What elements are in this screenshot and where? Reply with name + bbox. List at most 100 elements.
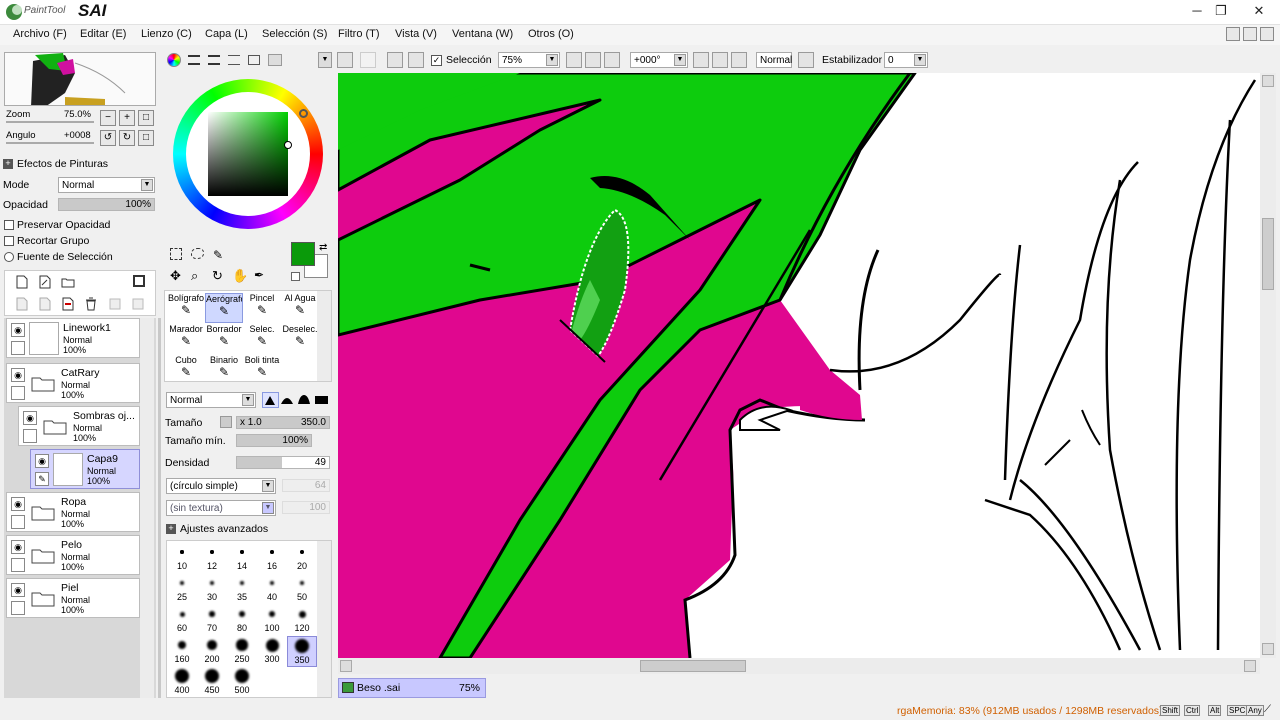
rotate-icon[interactable]: ↻ — [212, 268, 223, 284]
hsv-slider-icon[interactable] — [208, 55, 220, 65]
layer-lock-icon[interactable] — [11, 386, 25, 400]
layer-row[interactable]: ◉ Pelo Normal 100% — [6, 535, 140, 575]
min-size-slider[interactable]: 100% — [236, 434, 312, 447]
redo-button[interactable] — [360, 52, 376, 68]
panel-splitter[interactable] — [158, 318, 161, 698]
visibility-eye-icon[interactable]: ◉ — [11, 583, 25, 597]
palette-icon[interactable] — [268, 54, 282, 66]
saturation-value-box[interactable] — [208, 112, 288, 196]
lasso-icon[interactable] — [191, 248, 204, 259]
menu-filtro[interactable]: Filtro (T) — [338, 28, 380, 40]
tool-button[interactable]: Deselec. ✎ — [281, 324, 319, 354]
rect-select-icon[interactable] — [170, 248, 182, 260]
brush-size-preset[interactable]: 35 — [227, 574, 257, 605]
layer-row[interactable]: ◉ Linework1 Normal 100% — [6, 318, 140, 358]
brush-size-preset[interactable]: 160 — [167, 636, 197, 667]
canvas-angle-select[interactable]: +000° ▼ — [630, 52, 688, 68]
vertical-scroll-thumb[interactable] — [1262, 218, 1274, 290]
advanced-settings-label[interactable]: Ajustes avanzados — [180, 523, 268, 535]
tool-button[interactable]: Marador ✎ — [167, 324, 205, 354]
hue-handle[interactable] — [299, 109, 308, 118]
brush-size-preset[interactable]: 300 — [257, 636, 287, 667]
layer-lock-icon[interactable] — [11, 558, 25, 572]
zoom-in-button[interactable]: + — [119, 110, 135, 126]
edge-hard-button[interactable] — [262, 392, 279, 408]
layer-list-scrollbar[interactable] — [140, 318, 154, 698]
scroll-up-button[interactable] — [1262, 75, 1274, 87]
chevron-down-icon[interactable]: ▼ — [318, 52, 332, 68]
new-layer-icon[interactable] — [15, 275, 29, 289]
edge-soft-button[interactable] — [297, 392, 313, 408]
rotate-left-button[interactable]: ↺ — [100, 130, 116, 146]
primary-color-swatch[interactable] — [291, 242, 315, 266]
brush-shape-select[interactable]: (círculo simple) ▼ — [166, 478, 276, 494]
brush-size-preset[interactable]: 20 — [287, 543, 317, 574]
navigator-preview[interactable] — [4, 52, 156, 106]
menu-archivo[interactable]: Archivo (F) — [13, 28, 67, 40]
rotate-left-canvas-button[interactable] — [693, 52, 709, 68]
visibility-eye-icon[interactable]: ◉ — [11, 540, 25, 554]
merge-down-icon[interactable] — [38, 297, 52, 311]
zoom-fit-button[interactable] — [604, 52, 620, 68]
brush-shape-strength[interactable]: 64 — [282, 479, 330, 492]
magnifier-icon[interactable]: ⌕ — [191, 268, 198, 284]
close-button[interactable]: ✕ — [1240, 0, 1278, 24]
brush-size-preset[interactable]: 12 — [197, 543, 227, 574]
canvas-blend-mode[interactable]: Normal — [756, 52, 792, 68]
swap-colors-icon[interactable]: ⇄ — [319, 242, 327, 253]
doc-minimize-button[interactable] — [1226, 27, 1240, 41]
brush-size-preset[interactable]: 120 — [287, 605, 317, 636]
brush-size-preset[interactable]: 400 — [167, 667, 197, 698]
edge-medium-button[interactable] — [280, 392, 296, 408]
scroll-down-button[interactable] — [1262, 643, 1274, 655]
new-folder-icon[interactable] — [61, 275, 75, 289]
layer-property-icon[interactable] — [108, 297, 122, 311]
zoom-out-button[interactable]: − — [100, 110, 116, 126]
tool-button[interactable]: Bolígrafo ✎ — [167, 293, 205, 323]
brush-size-preset[interactable]: 450 — [197, 667, 227, 698]
size-multiplier-toggle[interactable] — [220, 416, 232, 428]
opacity-slider[interactable]: 100% — [58, 198, 155, 211]
brush-mode-select[interactable]: Normal ▼ — [166, 392, 256, 408]
size-slider[interactable]: x 1.0 350.0 — [236, 416, 330, 429]
menu-otros[interactable]: Otros (O) — [528, 28, 574, 40]
brush-size-preset[interactable]: 100 — [257, 605, 287, 636]
brush-size-preset[interactable]: 70 — [197, 605, 227, 636]
layer-lock-icon[interactable] — [11, 601, 25, 615]
tool-button[interactable]: Borrador ✎ — [205, 324, 243, 354]
expand-plus-icon[interactable]: + — [166, 524, 176, 534]
color-picker-handle[interactable] — [284, 141, 292, 149]
scratchpad-icon[interactable] — [248, 55, 260, 65]
preserve-opacity-checkbox[interactable] — [4, 220, 14, 230]
rotate-reset-canvas-button[interactable] — [731, 52, 747, 68]
layer-lock-icon[interactable]: ✎ — [35, 472, 49, 486]
tool-button[interactable]: Aerógrafo ✎ — [205, 293, 243, 323]
tool-button[interactable]: Boli tinta ✎ — [243, 355, 281, 385]
zoom-out-canvas-button[interactable] — [566, 52, 582, 68]
deselect-button[interactable] — [387, 52, 403, 68]
color-wheel-icon[interactable] — [167, 53, 181, 67]
clip-group-checkbox[interactable] — [4, 236, 14, 246]
rgb-slider-icon[interactable] — [188, 55, 200, 65]
transparent-color-icon[interactable] — [291, 272, 300, 281]
layer-row[interactable]: ◉ ✎ Capa9 Normal 100% — [30, 449, 140, 489]
layer-flatten-icon[interactable] — [131, 297, 145, 311]
swatches-icon[interactable] — [228, 55, 240, 65]
visibility-eye-icon[interactable]: ◉ — [11, 368, 25, 382]
stabilizer-select[interactable]: 0 ▼ — [884, 52, 928, 68]
invert-selection-button[interactable] — [408, 52, 424, 68]
selection-source-radio[interactable] — [4, 252, 14, 262]
layer-row[interactable]: ◉ CatRary Normal 100% — [6, 363, 140, 403]
zoom-slider[interactable] — [6, 121, 94, 123]
rotate-right-canvas-button[interactable] — [712, 52, 728, 68]
brush-texture-select[interactable]: (sin textura) ▼ — [166, 500, 276, 516]
tool-button[interactable]: Al Agua ✎ — [281, 293, 319, 323]
expand-plus-icon[interactable]: + — [3, 159, 13, 169]
tool-button[interactable]: Cubo ✎ — [167, 355, 205, 385]
brush-size-preset[interactable]: 50 — [287, 574, 317, 605]
visibility-eye-icon[interactable]: ◉ — [11, 497, 25, 511]
visibility-eye-icon[interactable]: ◉ — [23, 411, 37, 425]
trash-icon[interactable] — [84, 297, 98, 311]
layer-row[interactable]: ◉ Sombras oj... Normal 100% — [18, 406, 140, 446]
layer-row[interactable]: ◉ Piel Normal 100% — [6, 578, 140, 618]
